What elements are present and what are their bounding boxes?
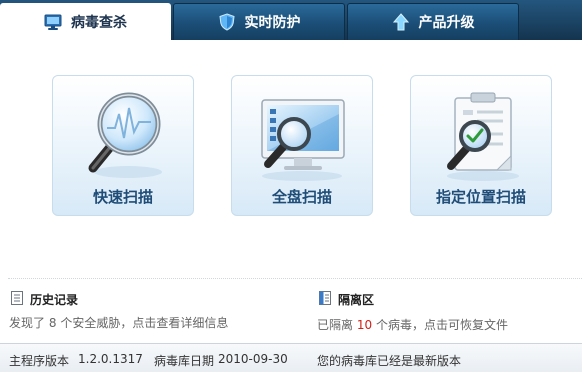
history-title: 历史记录 <box>30 293 79 307</box>
full-scan-button[interactable]: 全盘扫描 <box>231 75 373 216</box>
tab-virus-scan[interactable]: 病毒查杀 <box>0 3 171 41</box>
quick-scan-label: 快速扫描 <box>92 188 153 206</box>
divider <box>8 278 582 279</box>
history-summary-link[interactable]: 发现了 8 个安全威胁，点击查看详细信息 <box>9 314 228 331</box>
tab-bar: 病毒查杀 实时防护 产品升级 <box>0 0 582 41</box>
history-prefix: 发现了 <box>9 316 46 330</box>
quick-scan-button[interactable]: 快速扫描 <box>52 75 194 216</box>
version-value: 1.2.0.1317 <box>78 352 143 366</box>
db-date-value: 2010-09-30 <box>218 352 288 366</box>
history-section: 历史记录 <box>10 290 78 309</box>
history-suffix: 个安全威胁，点击查看详细信息 <box>60 316 229 330</box>
quarantine-prefix: 已隔离 <box>317 318 354 332</box>
monitor-icon <box>44 13 62 31</box>
tab-label: 产品升级 <box>418 15 475 31</box>
up-arrow-icon <box>392 13 410 31</box>
quarantine-count: 10 <box>356 318 373 332</box>
quarantine-section: 隔离区 <box>318 290 374 309</box>
tab-product-upgrade[interactable]: 产品升级 <box>347 3 519 40</box>
quarantine-summary-link[interactable]: 已隔离 10 个病毒，点击可恢复文件 <box>317 316 508 333</box>
version-label: 主程序版本 <box>9 354 70 368</box>
clipboard-scan-icon <box>411 84 551 184</box>
custom-scan-label: 指定位置扫描 <box>435 188 526 206</box>
status-bar: 主程序版本 1.2.0.1317 病毒库日期 2010-09-30 您的病毒库已… <box>0 343 582 372</box>
quarantine-title: 隔离区 <box>338 293 375 307</box>
quarantine-document-icon <box>318 290 332 309</box>
computer-scan-icon <box>232 84 372 184</box>
full-scan-label: 全盘扫描 <box>271 188 332 206</box>
tab-label: 实时防护 <box>244 15 301 31</box>
db-date-label: 病毒库日期 <box>154 354 215 368</box>
tab-label: 病毒查杀 <box>71 15 127 31</box>
custom-scan-button[interactable]: 指定位置扫描 <box>410 75 552 216</box>
quarantine-suffix: 个病毒，点击可恢复文件 <box>375 318 508 332</box>
shield-icon <box>218 13 236 31</box>
threat-count: 8 <box>48 316 57 330</box>
tab-realtime-protection[interactable]: 实时防护 <box>173 3 345 40</box>
db-status-text: 您的病毒库已经是最新版本 <box>317 354 462 368</box>
history-document-icon <box>10 290 24 309</box>
magnifier-icon <box>53 84 193 184</box>
